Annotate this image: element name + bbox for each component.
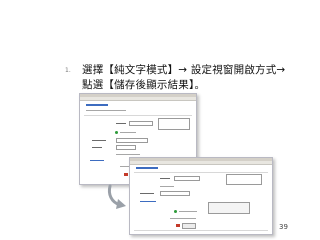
option-label bbox=[160, 186, 174, 187]
text-field bbox=[129, 121, 153, 126]
browser-address-bar bbox=[80, 97, 196, 101]
highlight-mark bbox=[124, 173, 128, 176]
screenshot-result-form bbox=[129, 157, 273, 235]
form-heading bbox=[136, 167, 158, 169]
text-field bbox=[174, 176, 200, 181]
radio-option bbox=[115, 131, 118, 134]
form-subtext bbox=[86, 110, 126, 111]
select-field bbox=[116, 145, 136, 150]
text-area bbox=[226, 174, 262, 185]
dialog-box bbox=[208, 202, 250, 214]
select-field bbox=[160, 191, 190, 196]
form-divider bbox=[84, 115, 192, 116]
form-footer bbox=[134, 230, 268, 231]
link-text bbox=[90, 160, 104, 161]
save-button-thumbnail bbox=[182, 223, 196, 229]
page-number: 39 bbox=[279, 223, 288, 231]
highlight-mark bbox=[176, 224, 180, 227]
option-label bbox=[116, 154, 140, 155]
form-divider bbox=[134, 172, 268, 173]
radio-option bbox=[174, 210, 177, 213]
field-label bbox=[92, 147, 102, 148]
text-area bbox=[158, 118, 190, 130]
field-label bbox=[160, 178, 170, 179]
form-heading bbox=[86, 104, 108, 106]
select-field bbox=[116, 138, 148, 143]
instruction-line-2: 點選【儲存後顯示結果】。 bbox=[82, 79, 206, 91]
curved-arrow-icon bbox=[107, 184, 126, 209]
field-label bbox=[92, 140, 106, 141]
instruction-text: 選擇【純文字模式】→ 設定視窗開啟方式→ 點選【儲存後顯示結果】。 bbox=[82, 63, 286, 93]
option-label bbox=[170, 218, 196, 219]
link-text bbox=[140, 201, 156, 202]
option-label bbox=[120, 132, 136, 133]
browser-address-bar bbox=[130, 161, 272, 165]
step-number: 1. bbox=[65, 67, 71, 74]
field-label bbox=[116, 123, 126, 124]
option-label bbox=[179, 211, 197, 212]
slide: 1. 選擇【純文字模式】→ 設定視窗開啟方式→ 點選【儲存後顯示結果】。 39 bbox=[0, 0, 320, 240]
field-label bbox=[140, 193, 154, 194]
instruction-line-1: 選擇【純文字模式】→ 設定視窗開啟方式→ bbox=[82, 64, 286, 76]
